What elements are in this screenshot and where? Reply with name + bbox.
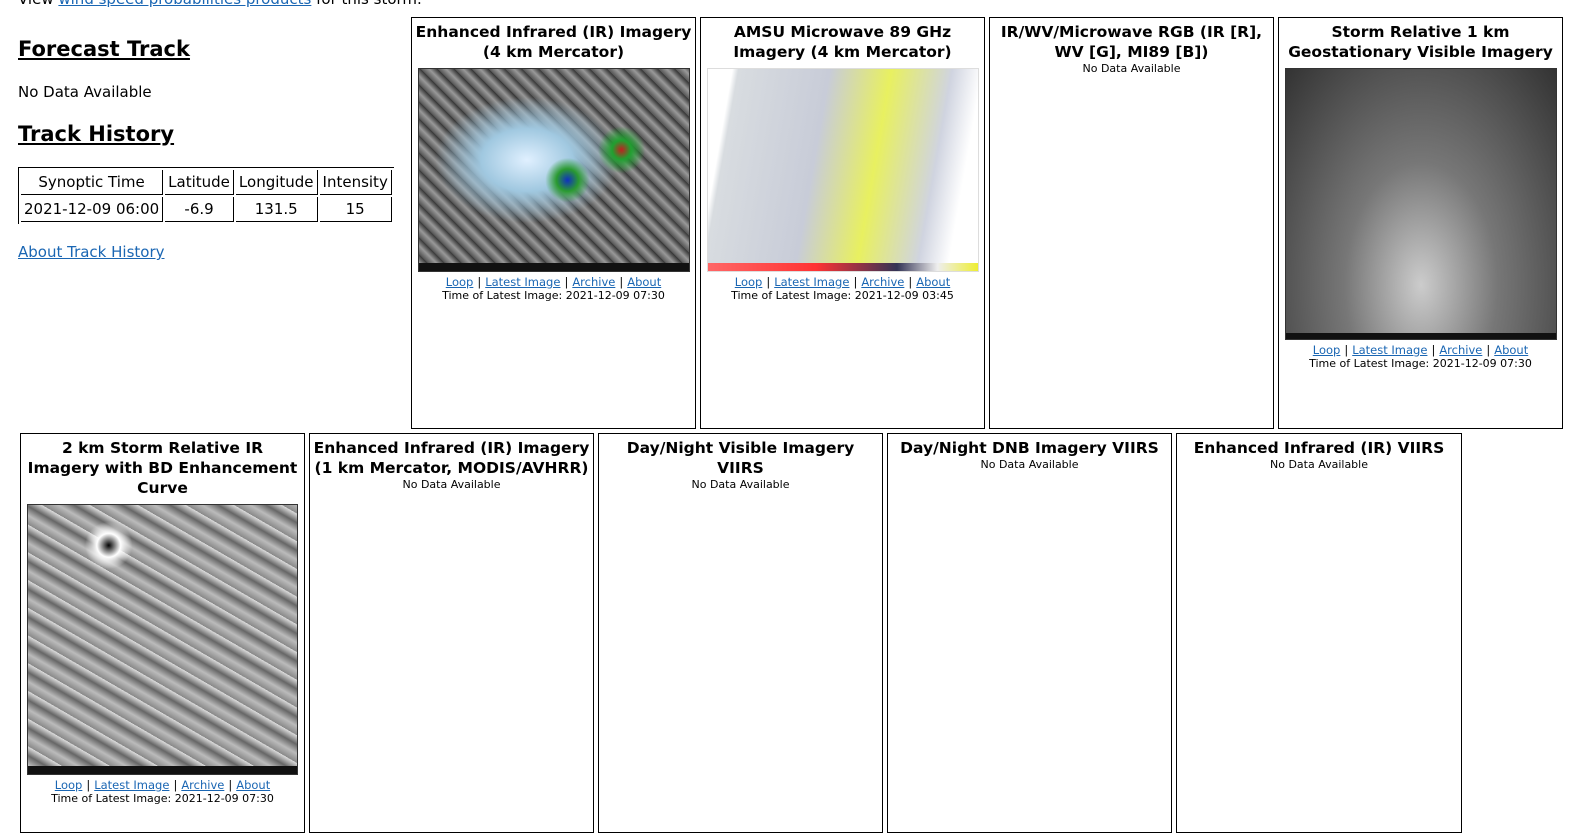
panel-title: 2 km Storm Relative IR Imagery with BD E… <box>27 439 298 497</box>
about-link[interactable]: About <box>916 275 950 289</box>
separator: | <box>477 275 482 289</box>
separator: | <box>1431 343 1436 357</box>
panel-title: AMSU Microwave 89 GHz Imagery (4 km Merc… <box>733 23 952 61</box>
forecast-track-heading: Forecast Track <box>18 37 190 61</box>
latest-image-link[interactable]: Latest Image <box>485 275 560 289</box>
panel-daynight-visible-viirs: Day/Night Visible Imagery VIIRS No Data … <box>598 433 883 833</box>
panel-ir-wv-microwave-rgb: IR/WV/Microwave RGB (IR [R], WV [G], MI8… <box>989 17 1274 429</box>
cell-intensity: 15 <box>319 197 392 222</box>
latest-image-time: Time of Latest Image: 2021-12-09 07:30 <box>442 289 665 302</box>
separator: | <box>1344 343 1349 357</box>
panel-links: Loop | Latest Image | Archive | About <box>21 779 304 792</box>
about-link[interactable]: About <box>1494 343 1528 357</box>
wind-probabilities-link[interactable]: wind speed probabilities products <box>58 0 311 8</box>
latest-image-time: Time of Latest Image: 2021-12-09 07:30 <box>1309 357 1532 370</box>
separator: | <box>619 275 624 289</box>
about-track-history-link[interactable]: About Track History <box>18 243 165 261</box>
track-history-heading: Track History <box>18 122 175 146</box>
separator: | <box>908 275 913 289</box>
separator: | <box>86 778 91 792</box>
bd-enhancement-image[interactable] <box>27 504 298 775</box>
visible-image[interactable] <box>1284 68 1557 340</box>
separator: | <box>228 778 233 792</box>
table-header-row: Synoptic Time Latitude Longitude Intensi… <box>21 170 392 195</box>
col-synoptic-time: Synoptic Time <box>21 170 164 195</box>
panel-title: Day/Night DNB Imagery VIIRS <box>900 439 1159 457</box>
no-data-status: No Data Available <box>1269 458 1368 471</box>
wind-probabilities-note: View wind speed probabilities products f… <box>18 0 422 8</box>
loop-link[interactable]: Loop <box>55 778 83 792</box>
no-data-status: No Data Available <box>980 458 1079 471</box>
panel-title: Enhanced Infrared (IR) Imagery (4 km Mer… <box>415 23 692 61</box>
amsu-microwave-image[interactable] <box>706 68 979 272</box>
separator: | <box>766 275 771 289</box>
archive-link[interactable]: Archive <box>181 778 224 792</box>
loop-link[interactable]: Loop <box>735 275 763 289</box>
panel-title: Storm Relative 1 km Geostationary Visibl… <box>1288 23 1553 61</box>
no-data-status: No Data Available <box>1082 62 1181 75</box>
latest-image-time: Time of Latest Image: 2021-12-09 03:45 <box>731 289 954 302</box>
panel-amsu-89ghz: AMSU Microwave 89 GHz Imagery (4 km Merc… <box>700 17 985 429</box>
panel-enhanced-ir-1km: Enhanced Infrared (IR) Imagery (1 km Mer… <box>309 433 594 833</box>
latest-image-link[interactable]: Latest Image <box>774 275 849 289</box>
archive-link[interactable]: Archive <box>572 275 615 289</box>
panel-links: Loop | Latest Image | Archive | About <box>701 276 984 289</box>
panel-links: Loop | Latest Image | Archive | About <box>1279 344 1562 357</box>
latest-image-link[interactable]: Latest Image <box>1352 343 1427 357</box>
enhanced-ir-image[interactable] <box>417 68 690 272</box>
no-data-status: No Data Available <box>402 478 501 491</box>
separator: | <box>853 275 858 289</box>
table-row: 2021-12-09 06:00 -6.9 131.5 15 <box>21 197 392 222</box>
archive-link[interactable]: Archive <box>1439 343 1482 357</box>
note-prefix: View <box>18 0 58 8</box>
panel-links: Loop | Latest Image | Archive | About <box>412 276 695 289</box>
panel-enhanced-ir-viirs: Enhanced Infrared (IR) VIIRS No Data Ava… <box>1176 433 1462 833</box>
col-longitude: Longitude <box>235 170 318 195</box>
archive-link[interactable]: Archive <box>861 275 904 289</box>
cell-latitude: -6.9 <box>165 197 234 222</box>
panel-daynight-dnb-viirs: Day/Night DNB Imagery VIIRS No Data Avai… <box>887 433 1172 833</box>
separator: | <box>173 778 178 792</box>
panel-title: Enhanced Infrared (IR) VIIRS <box>1193 439 1445 457</box>
panel-title: IR/WV/Microwave RGB (IR [R], WV [G], MI8… <box>1000 23 1263 61</box>
loop-link[interactable]: Loop <box>1313 343 1341 357</box>
no-data-status: No Data Available <box>691 478 790 491</box>
separator: | <box>564 275 569 289</box>
panel-title: Day/Night Visible Imagery VIIRS <box>626 439 855 477</box>
note-suffix: for this storm. <box>311 0 422 8</box>
loop-link[interactable]: Loop <box>446 275 474 289</box>
about-link[interactable]: About <box>236 778 270 792</box>
cell-synoptic-time: 2021-12-09 06:00 <box>21 197 164 222</box>
panel-storm-relative-visible: Storm Relative 1 km Geostationary Visibl… <box>1278 17 1563 429</box>
panel-title: Enhanced Infrared (IR) Imagery (1 km Mer… <box>313 439 590 477</box>
col-latitude: Latitude <box>165 170 234 195</box>
about-link[interactable]: About <box>627 275 661 289</box>
separator: | <box>1486 343 1491 357</box>
latest-image-time: Time of Latest Image: 2021-12-09 07:30 <box>51 792 274 805</box>
latest-image-link[interactable]: Latest Image <box>94 778 169 792</box>
track-history-table: Synoptic Time Latitude Longitude Intensi… <box>18 167 394 224</box>
cell-longitude: 131.5 <box>235 197 318 222</box>
col-intensity: Intensity <box>319 170 392 195</box>
forecast-track-status: No Data Available <box>18 83 152 101</box>
panel-bd-enhancement: 2 km Storm Relative IR Imagery with BD E… <box>20 433 305 833</box>
panel-enhanced-ir-4km: Enhanced Infrared (IR) Imagery (4 km Mer… <box>411 17 696 429</box>
